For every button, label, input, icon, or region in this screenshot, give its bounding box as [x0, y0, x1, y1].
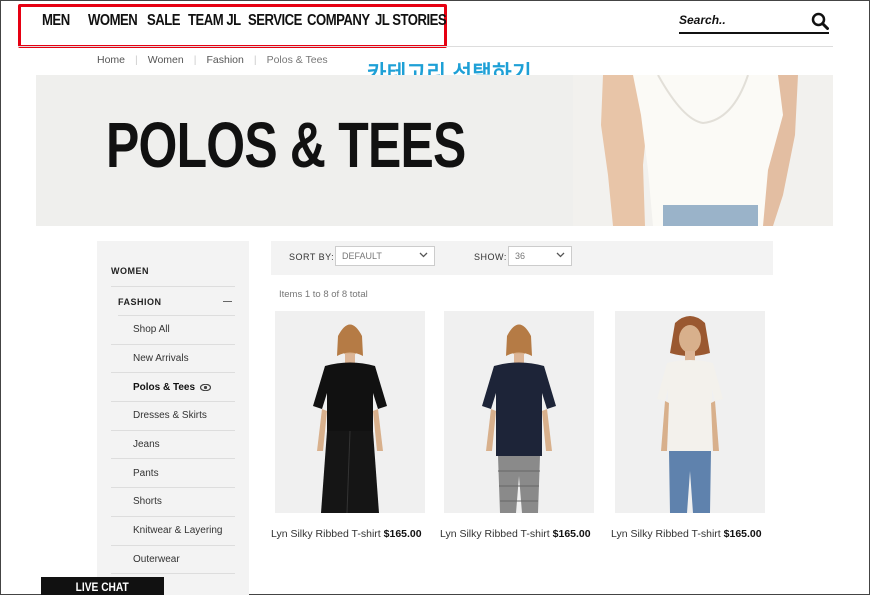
sidebar-item-dresses-skirts[interactable]: Dresses & Skirts — [111, 402, 235, 431]
live-chat-label: LIVE CHAT — [75, 580, 130, 594]
banner-title: POLOS & TEES — [106, 109, 466, 181]
sidebar-item-label: Shorts — [133, 496, 162, 508]
product-title[interactable]: Lyn Silky Ribbed T-shirt $165.00 — [271, 528, 441, 540]
banner-model-image — [573, 75, 833, 226]
breadcrumb-current: Polos & Tees — [266, 54, 328, 66]
sort-value: DEFAULT — [342, 251, 382, 261]
sidebar-item-polos-tees[interactable]: Polos & Tees — [111, 373, 235, 403]
chevron-down-icon — [419, 252, 428, 258]
category-banner: POLOS & TEES — [36, 75, 833, 226]
product-price: $165.00 — [383, 528, 422, 540]
sidebar-item-pants[interactable]: Pants — [111, 459, 235, 489]
search-placeholder: Search.. — [679, 13, 726, 27]
sidebar-item-shop-all[interactable]: Shop All — [111, 316, 235, 345]
sidebar-group-fashion[interactable]: FASHION — [118, 297, 162, 307]
eye-icon — [200, 383, 212, 391]
item-count: Items 1 to 8 of 8 total — [279, 289, 368, 300]
product-image[interactable] — [275, 311, 425, 514]
sidebar-item-list: Shop All New Arrivals Polos & Tees Dress… — [111, 316, 235, 575]
sidebar-item-outerwear[interactable]: Outerwear — [111, 546, 235, 575]
nav-item-men[interactable]: MEN — [42, 12, 70, 30]
show-value: 36 — [515, 251, 526, 261]
product-title[interactable]: Lyn Silky Ribbed T-shirt $165.00 — [440, 528, 610, 540]
product-card[interactable]: Lyn Silky Ribbed T-shirt $165.00 — [611, 311, 767, 540]
sort-toolbar: SORT BY: DEFAULT SHOW: 36 — [271, 241, 773, 275]
header-divider — [18, 46, 833, 47]
product-image[interactable] — [444, 311, 594, 513]
sidebar-item-label: Shop All — [133, 324, 170, 336]
product-title[interactable]: Lyn Silky Ribbed T-shirt $165.00 — [611, 528, 781, 540]
sidebar-item-label: Pants — [133, 467, 159, 479]
sidebar-item-label: Polos & Tees — [133, 381, 196, 393]
main-nav: MEN WOMEN SALE TEAM JL SERVICE COMPANY J… — [42, 12, 449, 30]
search-icon[interactable] — [811, 12, 829, 30]
breadcrumb-home[interactable]: Home — [97, 54, 125, 66]
category-sidebar: WOMEN FASHION Shop All New Arrivals Polo… — [97, 241, 249, 595]
sidebar-heading: WOMEN — [111, 266, 149, 276]
product-name: Lyn Silky Ribbed T-shirt — [611, 528, 721, 540]
sidebar-item-new-arrivals[interactable]: New Arrivals — [111, 345, 235, 374]
nav-item-team-jl[interactable]: TEAM JL — [188, 12, 241, 30]
nav-item-sale[interactable]: SALE — [147, 12, 181, 30]
search-input[interactable]: Search.. — [679, 12, 829, 34]
sidebar-item-label: Knitwear & Layering — [133, 525, 223, 537]
sidebar-item-label: New Arrivals — [133, 353, 189, 365]
show-label: SHOW: — [474, 252, 507, 262]
sidebar-divider — [111, 286, 235, 287]
product-card[interactable]: Lyn Silky Ribbed T-shirt $165.00 — [440, 311, 596, 540]
sort-select[interactable]: DEFAULT — [335, 246, 435, 266]
sidebar-item-jeans[interactable]: Jeans — [111, 431, 235, 460]
breadcrumb-separator: | — [193, 54, 197, 66]
sidebar-item-shorts[interactable]: Shorts — [111, 488, 235, 517]
breadcrumb-fashion[interactable]: Fashion — [206, 54, 243, 66]
nav-item-service[interactable]: SERVICE — [248, 12, 302, 30]
nav-item-company[interactable]: COMPANY — [307, 12, 370, 30]
breadcrumb-separator: | — [135, 54, 138, 66]
product-price: $165.00 — [552, 528, 591, 540]
show-select[interactable]: 36 — [508, 246, 572, 266]
breadcrumb-separator: | — [253, 54, 257, 66]
product-card[interactable]: Lyn Silky Ribbed T-shirt $165.00 — [271, 311, 427, 540]
product-image[interactable] — [615, 311, 765, 513]
sidebar-item-label: Jeans — [133, 439, 160, 451]
product-price: $165.00 — [723, 528, 762, 540]
sidebar-item-knitwear[interactable]: Knitwear & Layering — [111, 517, 235, 546]
sidebar-item-label: Dresses & Skirts — [133, 410, 207, 422]
breadcrumb: Home | Women | Fashion | Polos & Tees — [97, 54, 328, 66]
collapse-minus-icon[interactable] — [223, 301, 232, 302]
product-name: Lyn Silky Ribbed T-shirt — [271, 528, 381, 540]
sort-label: SORT BY: — [289, 252, 335, 262]
live-chat-button[interactable]: LIVE CHAT — [41, 577, 164, 595]
product-name: Lyn Silky Ribbed T-shirt — [440, 528, 550, 540]
nav-item-jl-stories[interactable]: JL STORIES — [375, 12, 447, 30]
nav-item-women[interactable]: WOMEN — [88, 12, 138, 30]
breadcrumb-women[interactable]: Women — [148, 54, 184, 66]
sidebar-item-label: Outerwear — [133, 553, 180, 565]
chevron-down-icon — [556, 252, 565, 258]
